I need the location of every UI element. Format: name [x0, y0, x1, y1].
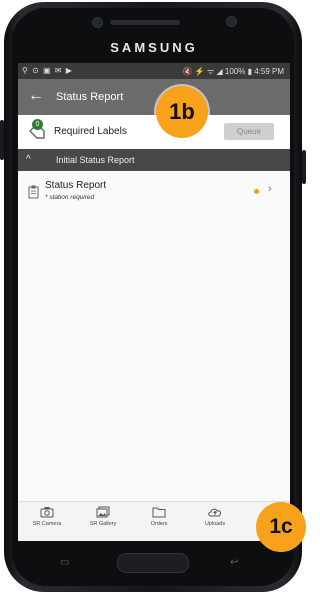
notification-icons: ⚲ ⊙ ▣ ✉ ▶: [22, 66, 73, 75]
status-dot: [254, 189, 259, 194]
device-brand: SAMSUNG: [110, 40, 198, 55]
required-labels-label: Required Labels: [54, 126, 127, 137]
bottom-nav: SR Camera SR Gallery Orders Uploads: [18, 501, 290, 541]
nav-uploads[interactable]: Uploads: [188, 506, 242, 527]
gallery-icon: [96, 506, 110, 518]
camera-icon: [40, 507, 54, 518]
screen: ⚲ ⊙ ▣ ✉ ▶ 🔇 ⚡ ᯤ ◢ 100% ▮ 4:59 PM ← Statu…: [18, 63, 290, 541]
nav-label: Orders: [150, 521, 168, 527]
folder-icon: [152, 507, 166, 518]
sensor-icon: [92, 17, 103, 28]
recent-apps-icon[interactable]: ▭: [60, 557, 69, 568]
nav-sr-gallery[interactable]: SR Gallery: [76, 506, 130, 527]
required-labels-row[interactable]: 0 Required Labels Queue: [18, 115, 290, 150]
nav-orders[interactable]: Orders: [132, 506, 186, 527]
status-bar: ⚲ ⊙ ▣ ✉ ▶ 🔇 ⚡ ᯤ ◢ 100% ▮ 4:59 PM: [18, 63, 290, 79]
back-arrow-icon[interactable]: ←: [28, 87, 44, 105]
empty-content-area: [18, 213, 290, 501]
nav-label: SR Camera: [32, 521, 62, 527]
report-title: Status Report: [45, 180, 107, 191]
home-button[interactable]: [117, 553, 189, 573]
app-bar: ← Status Report: [18, 79, 290, 115]
report-subtitle: * station required: [45, 194, 95, 201]
front-camera-icon: [226, 16, 237, 27]
labels-count-badge: 0: [32, 119, 43, 130]
back-key-icon[interactable]: ↩: [230, 557, 238, 568]
section-header[interactable]: ^ Initial Status Report: [18, 149, 290, 171]
callout-1c: 1c: [256, 502, 306, 552]
callout-1b: 1b: [156, 86, 208, 138]
chevron-up-icon: ^: [26, 154, 31, 165]
nav-label: Uploads: [204, 521, 226, 527]
volume-button: [0, 120, 4, 160]
nav-label: SR Gallery: [89, 521, 117, 527]
power-button: [302, 150, 306, 184]
list-item[interactable]: Status Report * station required ›: [18, 171, 290, 213]
section-title: Initial Status Report: [56, 155, 135, 165]
queue-button[interactable]: Queue: [224, 123, 274, 140]
clipboard-icon: [28, 185, 39, 199]
page-title: Status Report: [56, 91, 124, 103]
chevron-right-icon: ›: [268, 183, 272, 195]
cloud-upload-icon: [208, 508, 221, 517]
earpiece-speaker: [110, 20, 180, 25]
system-status: 🔇 ⚡ ᯤ ◢ 100% ▮ 4:59 PM: [182, 67, 284, 76]
nav-sr-camera[interactable]: SR Camera: [20, 506, 74, 527]
